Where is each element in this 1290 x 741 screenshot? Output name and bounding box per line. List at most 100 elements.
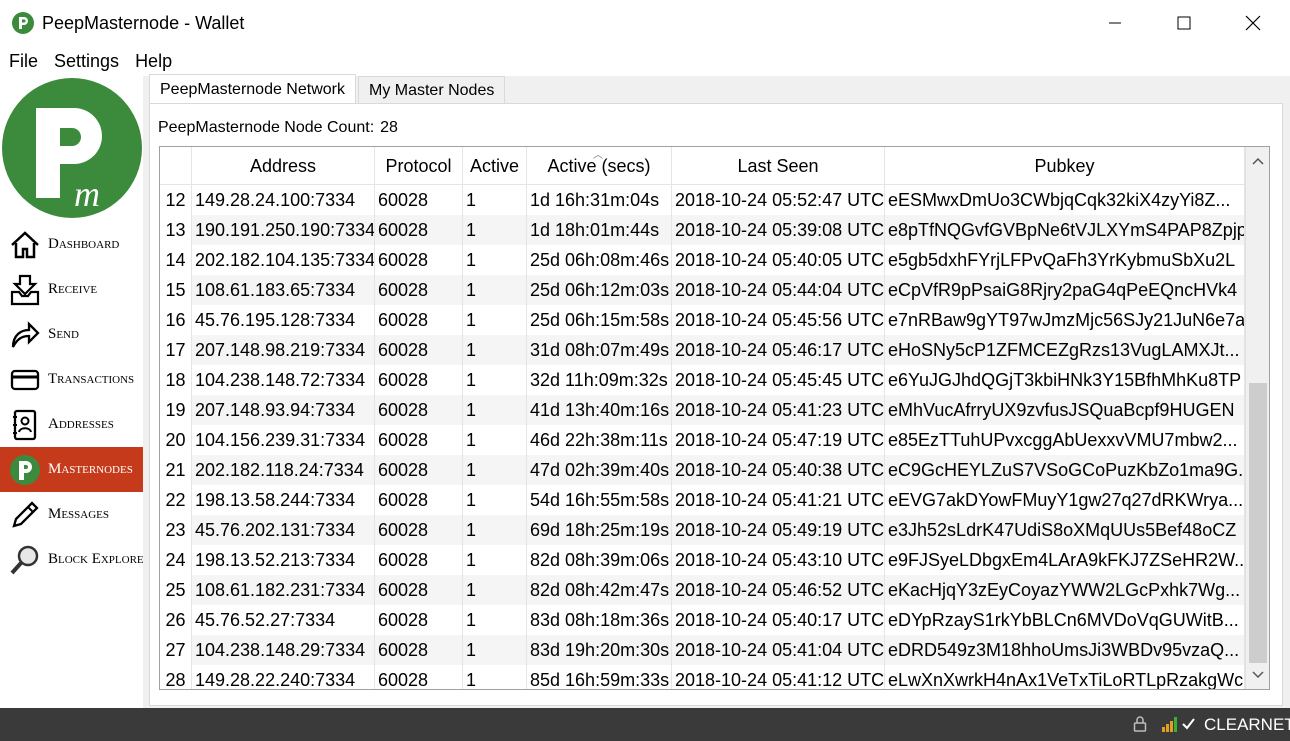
sidebar-item-block-explorer[interactable]: Block Explorer <box>0 537 143 582</box>
address-cell: 198.13.52.213:7334 <box>192 545 375 575</box>
send-arrow-icon <box>8 318 42 352</box>
table-row[interactable]: 16 45.76.195.128:7334 60028 1 25d 06h:15m:58… <box>160 305 1245 335</box>
column-header-protocol[interactable]: Protocol <box>375 147 463 185</box>
node-count-label: PeepMasternode Node Count: <box>158 119 375 136</box>
table-row[interactable]: 15 108.61.183.65:7334 60028 1 25d 06h:12m:03… <box>160 275 1245 305</box>
close-button[interactable] <box>1230 0 1276 46</box>
address-book-icon <box>8 408 42 442</box>
tab-peepmasternode-network[interactable]: PeepMasternode Network <box>149 74 356 104</box>
protocol-cell: 60028 <box>375 365 463 395</box>
table-row[interactable]: 19 207.148.93.94:7334 60028 1 41d 13h:40m:16… <box>160 395 1245 425</box>
main-panel: PeepMasternode Network My Master Nodes P… <box>143 74 1290 708</box>
scrollbar-thumb[interactable] <box>1249 383 1267 663</box>
sidebar-item-dashboard[interactable]: Dashboard <box>0 222 143 267</box>
tab-bar: PeepMasternode Network My Master Nodes <box>149 74 507 104</box>
menu-settings[interactable]: Settings <box>54 51 119 72</box>
column-header-active[interactable]: Active <box>463 147 527 185</box>
active-secs-cell: 25d 06h:08m:46s <box>527 245 672 275</box>
column-header-address[interactable]: Address <box>192 147 375 185</box>
table-row[interactable]: 18 104.238.148.72:7334 60028 1 32d 11h:09m:3… <box>160 365 1245 395</box>
column-header-active-secs[interactable]: ︿ Active (secs) <box>527 147 672 185</box>
table-row[interactable]: 25 108.61.182.231:7334 60028 1 82d 08h:42m:4… <box>160 575 1245 605</box>
pubkey-cell: e85EzTTuhUPvxcggAbUexxvVMU7mbw2... <box>885 425 1245 455</box>
sidebar-item-addresses[interactable]: Addresses <box>0 402 143 447</box>
row-number: 20 <box>160 425 192 455</box>
row-number: 13 <box>160 215 192 245</box>
active-cell: 1 <box>463 425 527 455</box>
scroll-up-button[interactable] <box>1246 151 1269 171</box>
active-secs-cell: 69d 18h:25m:19s <box>527 515 672 545</box>
table-row[interactable]: 24 198.13.52.213:7334 60028 1 82d 08h:39m:06… <box>160 545 1245 575</box>
sidebar-item-messages[interactable]: Messages <box>0 492 143 537</box>
last-seen-cell: 2018-10-24 05:40:38 UTC <box>672 455 885 485</box>
lock-icon <box>1133 716 1147 732</box>
row-number: 14 <box>160 245 192 275</box>
tab-my-master-nodes[interactable]: My Master Nodes <box>357 76 506 104</box>
sidebar-item-masternodes[interactable]: Masternodes <box>0 447 143 492</box>
active-secs-cell: 25d 06h:15m:58s <box>527 305 672 335</box>
table-row[interactable]: 17 207.148.98.219:7334 60028 1 31d 08h:07m:4… <box>160 335 1245 365</box>
active-secs-cell: 25d 06h:12m:03s <box>527 275 672 305</box>
menu-file[interactable]: File <box>9 51 38 72</box>
protocol-cell: 60028 <box>375 635 463 665</box>
card-icon <box>8 363 42 397</box>
row-number: 24 <box>160 545 192 575</box>
column-header-pubkey[interactable]: Pubkey <box>885 147 1245 185</box>
pubkey-cell: eEVG7akDYowFMuyY1gw27q27dRKWrya... <box>885 485 1245 515</box>
table-row[interactable]: 20 104.156.239.31:7334 60028 1 46d 22h:38m:1… <box>160 425 1245 455</box>
row-number: 25 <box>160 575 192 605</box>
active-secs-cell: 32d 11h:09m:32s <box>527 365 672 395</box>
active-cell: 1 <box>463 455 527 485</box>
active-cell: 1 <box>463 515 527 545</box>
sidebar-item-transactions[interactable]: Transactions <box>0 357 143 402</box>
sort-ascending-icon: ︿ <box>593 150 603 161</box>
pubkey-cell: eCpVfR9pPsaiG8Rjry2paG4qPeEQncHVk4 <box>885 275 1245 305</box>
sidebar-item-send[interactable]: Send <box>0 312 143 357</box>
node-count-value: 28 <box>380 119 398 136</box>
table-body: 12 149.28.24.100:7334 60028 1 1d 16h:31m:04s… <box>160 185 1245 689</box>
magnifier-icon <box>8 543 42 577</box>
address-cell: 190.191.250.190:7334 <box>192 215 375 245</box>
active-secs-cell: 83d 08h:18m:36s <box>527 605 672 635</box>
table-row[interactable]: 26 45.76.52.27:7334 60028 1 83d 08h:18m:36s 2… <box>160 605 1245 635</box>
active-cell: 1 <box>463 335 527 365</box>
last-seen-cell: 2018-10-24 05:40:05 UTC <box>672 245 885 275</box>
pubkey-cell: eKacHjqY3zEyCoyazYWW2LGcPxhk7Wg... <box>885 575 1245 605</box>
masternode-logo-icon <box>8 453 42 487</box>
table-row[interactable]: 28 149.28.22.240:7334 60028 1 85d 16h:59m:33… <box>160 665 1245 689</box>
active-secs-cell: 82d 08h:42m:47s <box>527 575 672 605</box>
address-cell: 202.182.104.135:7334 <box>192 245 375 275</box>
table-row[interactable]: 12 149.28.24.100:7334 60028 1 1d 16h:31m:04s… <box>160 185 1245 215</box>
table-row[interactable]: 22 198.13.58.244:7334 60028 1 54d 16h:55m:58… <box>160 485 1245 515</box>
column-header-last-seen[interactable]: Last Seen <box>672 147 885 185</box>
menu-help[interactable]: Help <box>135 51 172 72</box>
table-row[interactable]: 13 190.191.250.190:7334 60028 1 1d 18h:01m:4… <box>160 215 1245 245</box>
table-row[interactable]: 27 104.238.148.29:7334 60028 1 83d 19h:20m:3… <box>160 635 1245 665</box>
sidebar-item-receive[interactable]: Receive <box>0 267 143 312</box>
table-row[interactable]: 21 202.182.118.24:7334 60028 1 47d 02h:39m:4… <box>160 455 1245 485</box>
scroll-down-button[interactable] <box>1246 665 1269 685</box>
last-seen-cell: 2018-10-24 05:44:04 UTC <box>672 275 885 305</box>
pubkey-cell: eHoSNy5cP1ZFMCEZgRzs13VugLAMXJt... <box>885 335 1245 365</box>
maximize-button[interactable] <box>1161 0 1207 46</box>
sidebar: m Dashboard Receive Send Transactions Ad… <box>0 76 143 708</box>
checkmark-icon <box>1182 718 1195 730</box>
minimize-button[interactable] <box>1092 0 1138 46</box>
protocol-cell: 60028 <box>375 335 463 365</box>
row-number: 19 <box>160 395 192 425</box>
pubkey-cell: eESMwxDmUo3CWbjqCqk32kiX4zyYi8Z... <box>885 185 1245 215</box>
active-secs-cell: 46d 22h:38m:11s <box>527 425 672 455</box>
protocol-cell: 60028 <box>375 395 463 425</box>
active-secs-cell: 83d 19h:20m:30s <box>527 635 672 665</box>
address-cell: 207.148.93.94:7334 <box>192 395 375 425</box>
active-secs-cell: 85d 16h:59m:33s <box>527 665 672 689</box>
active-cell: 1 <box>463 215 527 245</box>
inbox-icon <box>8 273 42 307</box>
address-cell: 45.76.195.128:7334 <box>192 305 375 335</box>
table-row[interactable]: 23 45.76.202.131:7334 60028 1 69d 18h:25m:19… <box>160 515 1245 545</box>
table-row[interactable]: 14 202.182.104.135:7334 60028 1 25d 06h:08m:… <box>160 245 1245 275</box>
last-seen-cell: 2018-10-24 05:43:10 UTC <box>672 545 885 575</box>
vertical-scrollbar[interactable] <box>1245 147 1269 689</box>
row-number: 27 <box>160 635 192 665</box>
pubkey-cell: e3Jh52sLdrK47UdiS8oXMqUUs5Bef48oCZ <box>885 515 1245 545</box>
